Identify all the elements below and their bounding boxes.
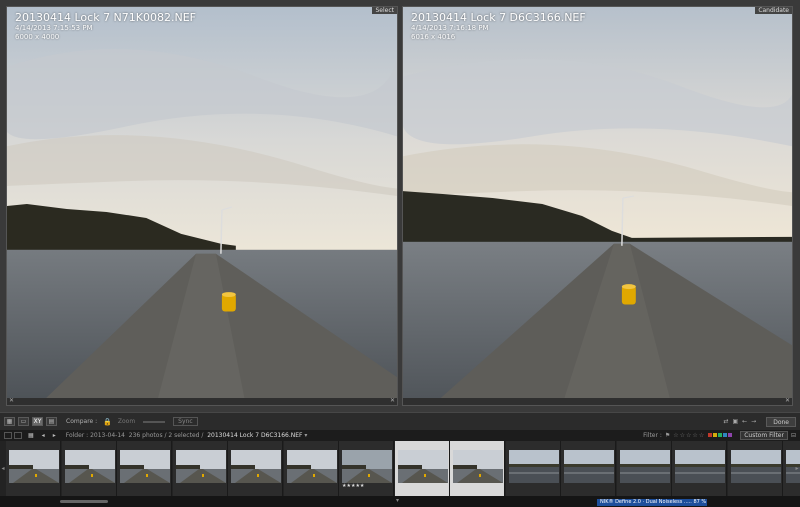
select-dimensions: 6000 x 4000 <box>15 33 60 41</box>
zoom-slider[interactable] <box>143 420 166 423</box>
select-photo-pane[interactable]: Select 20130414 Lock 7 N71K0082.NEF 4/14… <box>6 6 398 406</box>
thumbnail-image <box>175 450 226 483</box>
primary-display-icon[interactable] <box>4 432 12 439</box>
candidate-photo-pane[interactable]: Candidate 20130414 Lock 7 D6C3166.NEF 4/… <box>402 6 793 406</box>
thumbnail-image <box>286 450 337 483</box>
close-icon[interactable]: ✕ <box>9 397 14 404</box>
candidate-dimensions: 6016 x 4016 <box>411 33 456 41</box>
zoom-label: Zoom <box>117 418 136 425</box>
toolbar-right-group: ⇄ ▣ ← → Done <box>723 416 796 427</box>
thumbnail-image <box>64 450 115 483</box>
filmstrip-thumbnail[interactable] <box>283 441 339 496</box>
filmstrip-thumbnail[interactable] <box>505 441 561 496</box>
thumbnail-image <box>508 450 559 483</box>
previous-arrow-icon[interactable]: ← <box>742 418 747 425</box>
sync-button[interactable]: Sync <box>173 417 198 426</box>
filter-preset-select[interactable]: Custom Filter <box>740 431 788 440</box>
thumbnail-image <box>564 450 614 483</box>
candidate-photo-image <box>403 7 792 405</box>
loupe-view-icon[interactable]: ▭ <box>18 417 29 426</box>
thumbnail-image <box>342 450 392 483</box>
make-select-icon[interactable]: ▣ <box>732 418 738 425</box>
close-icon[interactable]: ✕ <box>785 397 790 404</box>
lock-icon[interactable]: 🔒 <box>103 418 112 426</box>
secondary-display-icon[interactable] <box>14 432 22 439</box>
candidate-photo-info: 20130414 Lock 7 D6C3166.NEF 4/14/2013 7:… <box>411 12 586 42</box>
thumbnail-image <box>120 450 170 483</box>
done-button[interactable]: Done <box>766 416 796 427</box>
thumbnail-image <box>675 450 725 483</box>
thumbnail-image <box>730 450 781 483</box>
filter-lock-icon[interactable]: ⊟ <box>791 432 796 439</box>
grid-icon[interactable]: ▦ <box>28 432 34 439</box>
grid-view-icon[interactable]: ▦ <box>4 417 15 426</box>
filmstrip-thumbnail[interactable] <box>727 441 783 496</box>
candidate-pane-footer: ✕ <box>403 397 792 405</box>
thumbnail-image <box>453 450 503 483</box>
filmstrip-thumbnail[interactable] <box>616 441 672 496</box>
filmstrip-thumbnail[interactable] <box>117 441 172 496</box>
folder-path: Folder : 2013-04-14 <box>65 432 125 439</box>
compare-toolbar: ▦ ▭ XY ▤ Compare : 🔒 Zoom Sync ⇄ ▣ ← → D… <box>0 412 800 430</box>
survey-view-icon[interactable]: ▤ <box>46 417 57 426</box>
select-filename: 20130414 Lock 7 N71K0082.NEF <box>15 11 196 24</box>
filmstrip-thumbnail[interactable] <box>672 441 727 496</box>
select-badge: Select <box>372 7 397 14</box>
forward-arrow-icon[interactable]: ▸ <box>53 432 56 439</box>
filmstrip-thumbnail[interactable] <box>61 441 117 496</box>
breadcrumb[interactable]: Folder : 2013-04-14 236 photos / 2 selec… <box>66 432 308 439</box>
filmstrip-header: ▦ ◂ ▸ Folder : 2013-04-14 236 photos / 2… <box>0 430 800 441</box>
candidate-filename: 20130414 Lock 7 D6C3166.NEF <box>411 11 586 24</box>
candidate-badge: Candidate <box>755 7 792 14</box>
filmstrip-thumbnail[interactable] <box>172 441 228 496</box>
thumbnail-rating: ★★★★★ <box>342 483 365 489</box>
filmstrip-thumbnail[interactable] <box>394 441 450 496</box>
filmstrip-scrollbar[interactable] <box>60 500 108 503</box>
select-pane-footer: ✕ ✕ <box>7 397 397 405</box>
select-photo-image <box>7 7 397 405</box>
bottom-bar: ▾ NIK® Define 2.0 · Dual Noiseless .....… <box>0 496 800 507</box>
filmstrip-thumbnail[interactable] <box>561 441 616 496</box>
flag-filter-icon[interactable]: ⚑ <box>665 432 670 439</box>
photo-count: 236 photos / 2 selected / <box>128 432 204 439</box>
thumbnail-image <box>619 450 670 483</box>
compare-view-icon[interactable]: XY <box>32 417 43 426</box>
filmstrip-thumbnail[interactable] <box>450 441 505 496</box>
plugin-progress-bar: NIK® Define 2.0 · Dual Noiseless ..... 8… <box>597 499 707 506</box>
close-icon[interactable]: ✕ <box>390 397 395 404</box>
current-file: 20130414 Lock 7 D6C3166.NEF <box>207 432 303 439</box>
select-datetime: 4/14/2013 7:15:53 PM <box>15 24 93 32</box>
filmstrip-thumbnail[interactable] <box>228 441 283 496</box>
filter-label: Filter : <box>643 432 662 439</box>
select-photo-info: 20130414 Lock 7 N71K0082.NEF 4/14/2013 7… <box>15 12 196 42</box>
filmstrip-thumbnail[interactable]: ★★★★★ <box>339 441 394 496</box>
filmstrip-thumbnail[interactable] <box>6 441 61 496</box>
thumbnail-image <box>9 450 59 483</box>
filmstrip-right-arrow[interactable]: ▸ <box>794 441 800 496</box>
swap-icon[interactable]: ⇄ <box>723 418 728 425</box>
thumbnail-image <box>231 450 281 483</box>
filmstrip[interactable]: ◂ ★★★★★ ▸ <box>0 441 800 496</box>
back-arrow-icon[interactable]: ◂ <box>42 432 45 439</box>
next-arrow-icon[interactable]: → <box>751 418 756 425</box>
filter-bar: Filter : ⚑ ☆☆☆☆☆ Custom Filter ⊟ <box>643 431 796 440</box>
color-label-filter[interactable] <box>708 432 733 439</box>
candidate-datetime: 4/14/2013 7:16:18 PM <box>411 24 489 32</box>
rating-filter-stars[interactable]: ☆☆☆☆☆ <box>673 432 705 439</box>
collapse-arrow-icon[interactable]: ▾ <box>396 497 399 504</box>
compare-view: Select 20130414 Lock 7 N71K0082.NEF 4/14… <box>0 0 800 412</box>
compare-label: Compare : <box>66 418 98 425</box>
thumbnail-image <box>397 450 448 483</box>
